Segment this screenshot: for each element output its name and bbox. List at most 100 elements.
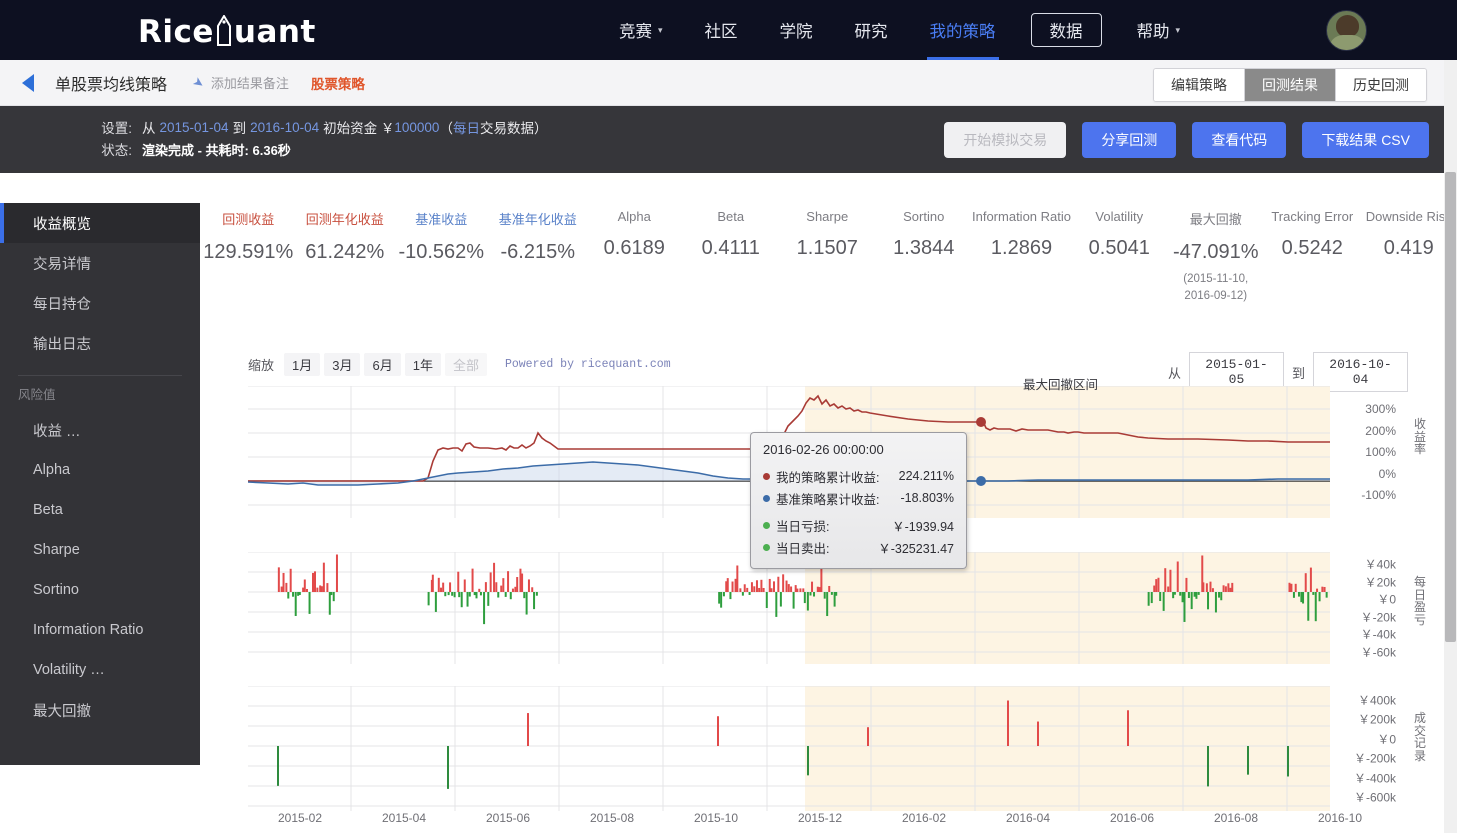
- nav-item-label: 学院: [780, 18, 813, 42]
- y-tick: ￥-400k: [1354, 769, 1396, 786]
- y-tick: ￥400k: [1358, 692, 1396, 709]
- nav-item-4[interactable]: 研究: [834, 0, 909, 60]
- tooltip-title: 2016-02-26 00:00:00: [763, 442, 954, 457]
- tooltip-series-name: 基准策略累计收益:: [776, 489, 879, 508]
- site-logo[interactable]: Rice uant: [138, 12, 316, 50]
- add-note-label: 添加结果备注: [211, 73, 289, 92]
- nav-items: 竞赛▾社区学院研究我的策略 数据 帮助▾: [598, 0, 1201, 60]
- tab-2[interactable]: 回测结果: [1245, 69, 1336, 101]
- status-label: 状态:: [80, 139, 132, 159]
- logo-text-part1: Rice: [138, 14, 214, 50]
- sidebar-risk-item-5[interactable]: Sortino: [0, 570, 200, 610]
- sidebar: 收益概览交易详情每日持仓输出日志风险值收益 …AlphaBetaSharpeSo…: [0, 203, 200, 765]
- zoom-button-3[interactable]: 6月: [364, 353, 400, 376]
- sidebar-risk-item-2[interactable]: Alpha: [0, 450, 200, 490]
- from-word: 从: [142, 117, 156, 137]
- axis-title-char: 记: [1413, 737, 1427, 750]
- page-scrollbar[interactable]: [1444, 60, 1457, 833]
- avatar-head: [1336, 15, 1359, 37]
- metric-value: 61.242%: [305, 241, 384, 264]
- series-dot-icon: [763, 495, 770, 502]
- tooltip-series-value: 224.211%: [899, 469, 954, 483]
- metric-value: 0.5041: [1089, 237, 1150, 260]
- sidebar-group-label: 风险值: [0, 376, 200, 410]
- sidebar-risk-item-1[interactable]: 收益 …: [0, 410, 200, 450]
- axis-title-char: 每: [1413, 576, 1427, 589]
- nav-item-1[interactable]: 竞赛▾: [598, 0, 684, 60]
- metric-label: 回测收益: [222, 209, 274, 228]
- sidebar-item-4[interactable]: 输出日志: [0, 323, 200, 363]
- tab-1[interactable]: 编辑策略: [1154, 69, 1245, 101]
- logo-text-part2: uant: [234, 14, 316, 50]
- initial-capital: 100000: [394, 120, 439, 135]
- y-tick: 300%: [1365, 402, 1396, 416]
- nav-item-label: 数据: [1050, 18, 1083, 42]
- metric-label: Beta: [717, 209, 744, 224]
- metric-9: Information Ratio1.2869: [972, 203, 1071, 328]
- metric-value: 1.3844: [893, 237, 954, 260]
- avatar[interactable]: [1326, 10, 1367, 51]
- zoom-button-2[interactable]: 3月: [324, 353, 360, 376]
- top-navigation-bar: Rice uant 竞赛▾社区学院研究我的策略 数据 帮助▾: [0, 0, 1457, 60]
- action-button-3[interactable]: 查看代码: [1192, 122, 1286, 158]
- status-badge[interactable]: 股票策略: [311, 73, 365, 93]
- metric-3: 基准收益-10.562%: [393, 203, 490, 328]
- metric-subtext: (2015-11-10, 2016-09-12): [1178, 271, 1254, 306]
- page-title: 单股票均线策略: [55, 71, 167, 95]
- metric-value: 0.5242: [1282, 237, 1343, 260]
- add-note-button[interactable]: ➤ 添加结果备注: [193, 73, 289, 92]
- action-button-2[interactable]: 分享回测: [1082, 122, 1176, 158]
- sidebar-risk-item-4[interactable]: Sharpe: [0, 530, 200, 570]
- sidebar-risk-item-7[interactable]: Volatility …: [0, 650, 200, 690]
- axis-title-char: 亏: [1413, 614, 1427, 627]
- nav-item-5[interactable]: 我的策略: [909, 0, 1017, 60]
- sidebar-item-1[interactable]: 收益概览: [0, 203, 200, 243]
- tab-3[interactable]: 历史回测: [1336, 69, 1426, 101]
- y-tick: ￥0: [1377, 591, 1396, 608]
- action-button-1[interactable]: 开始模拟交易: [944, 122, 1066, 158]
- x-axis: 2015-022015-042015-062015-082015-102015-…: [248, 811, 1330, 833]
- nav-item-6[interactable]: 数据: [1031, 13, 1102, 47]
- back-arrow-icon[interactable]: [22, 74, 34, 92]
- metric-value: 1.2869: [991, 237, 1052, 260]
- sidebar-risk-item-3[interactable]: Beta: [0, 490, 200, 530]
- metric-value: -6.215%: [501, 241, 576, 264]
- axis-title-char: 录: [1413, 750, 1427, 763]
- y-tick: -100%: [1361, 488, 1396, 502]
- nav-item-2[interactable]: 社区: [684, 0, 759, 60]
- sidebar-risk-item-8[interactable]: 最大回撤: [0, 690, 200, 730]
- nav-item-3[interactable]: 学院: [759, 0, 834, 60]
- zoom-button-5[interactable]: 全部: [445, 353, 487, 376]
- sidebar-item-3[interactable]: 每日持仓: [0, 283, 200, 323]
- metric-value: 0.4111: [702, 237, 760, 260]
- y-tick: 0%: [1379, 467, 1396, 481]
- x-tick: 2016-06: [1110, 811, 1154, 825]
- sidebar-item-2[interactable]: 交易详情: [0, 243, 200, 283]
- zoom-label: 缩放: [248, 355, 274, 374]
- y-tick: 200%: [1365, 424, 1396, 438]
- chart-transaction-records[interactable]: ￥400k￥200k￥0￥-200k￥-400k￥-600k 成交记录: [248, 686, 1330, 811]
- metric-8: Sortino1.3844: [876, 203, 973, 328]
- zoom-button-1[interactable]: 1月: [284, 353, 320, 376]
- returns-y-axis: 300%200%100%0%-100%: [1334, 386, 1396, 518]
- metric-13: Downside Risk0.419: [1361, 203, 1457, 328]
- metric-2: 回测年化收益61.242%: [297, 203, 394, 328]
- chart-toolbar: 缩放 1月3月6月1年全部 Powered by ricequant.com 从…: [248, 352, 1408, 376]
- tooltip-rows: 我的策略累计收益:224.211%基准策略累计收益:-18.803%当日亏损:￥…: [763, 465, 954, 558]
- y-tick: ￥40k: [1365, 556, 1396, 573]
- y-tick: ￥20k: [1365, 573, 1396, 590]
- end-date: 2016-10-04: [250, 120, 319, 135]
- y-tick: ￥-40k: [1361, 626, 1396, 643]
- zoom-button-4[interactable]: 1年: [405, 353, 441, 376]
- x-tick: 2016-04: [1006, 811, 1050, 825]
- sidebar-risk-item-6[interactable]: Information Ratio: [0, 610, 200, 650]
- metric-value: 0.6189: [604, 237, 665, 260]
- action-button-4[interactable]: 下载结果 CSV: [1302, 122, 1429, 158]
- nav-item-label: 帮助: [1137, 18, 1170, 42]
- series-dot-icon: [763, 473, 770, 480]
- powered-by-link[interactable]: Powered by ricequant.com: [505, 358, 671, 371]
- nav-item-7[interactable]: 帮助▾: [1116, 0, 1202, 60]
- range-from-label: 从: [1168, 363, 1181, 382]
- metric-label: Sharpe: [806, 209, 848, 224]
- scrollbar-thumb[interactable]: [1445, 172, 1456, 642]
